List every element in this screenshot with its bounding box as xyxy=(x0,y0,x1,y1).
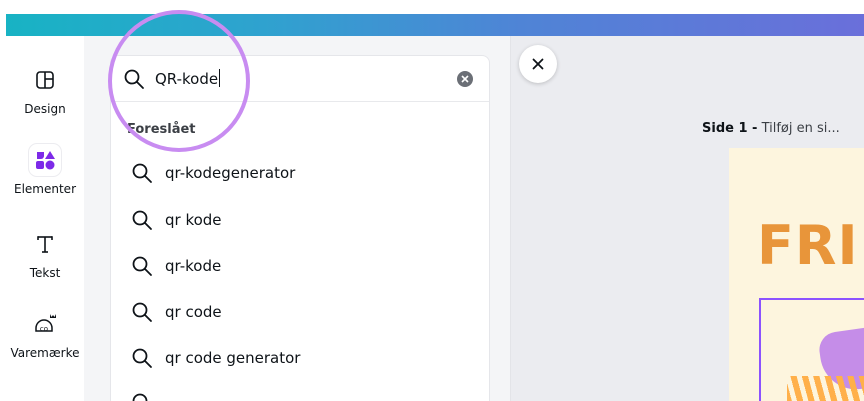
sidebar-item-label: Design xyxy=(24,102,66,116)
suggestion-label: qr-kodegenerator xyxy=(165,164,296,182)
sidebar-item-label: Tekst xyxy=(29,266,61,280)
page-number-label: Side 1 - xyxy=(702,121,758,136)
design-page[interactable]: FRI xyxy=(729,148,864,401)
brand-kit-icon: co xyxy=(29,308,61,340)
header-gradient-bar xyxy=(6,14,864,36)
text-icon xyxy=(29,228,61,260)
suggestion-label: qr code generator xyxy=(165,349,301,367)
search-icon xyxy=(124,69,144,89)
design-illustration-stripes xyxy=(787,376,864,401)
suggestion-item[interactable]: qr-kodegenerator xyxy=(131,161,295,185)
search-icon xyxy=(132,393,148,401)
page-title-label[interactable]: Side 1 - Tilføj en si... xyxy=(702,121,840,136)
sidebar-item-design[interactable]: Design xyxy=(6,64,84,116)
suggestion-item[interactable]: qr-kode xyxy=(131,254,221,278)
sidebar: Design Elementer Tekst co Varemærke xyxy=(6,36,84,401)
sidebar-item-label: Varemærke xyxy=(10,346,80,360)
search-icon xyxy=(132,256,152,276)
close-panel-button[interactable] xyxy=(519,45,557,83)
clear-search-button[interactable] xyxy=(457,71,473,87)
suggestions-header: Foreslået xyxy=(127,122,196,137)
suggestions-dropdown: Foreslået qr-kodegenerator qr kode qr-ko… xyxy=(110,101,490,401)
suggestion-label: qr kode xyxy=(165,211,222,229)
suggestion-item[interactable]: qr code generator xyxy=(131,346,300,370)
sidebar-item-varemaerke[interactable]: co Varemærke xyxy=(6,308,84,360)
page-title-placeholder: Tilføj en si... xyxy=(761,121,840,136)
design-heading-text: FRI xyxy=(757,214,859,277)
close-icon xyxy=(461,75,469,83)
suggestion-label: qr-kode xyxy=(165,257,222,275)
divider xyxy=(111,101,489,102)
suggestion-item[interactable]: qr kode xyxy=(131,208,222,232)
suggestion-item[interactable]: qr code xyxy=(131,300,222,324)
search-icon xyxy=(132,348,152,368)
search-input[interactable]: QR-kode xyxy=(110,55,490,101)
sidebar-item-label: Elementer xyxy=(14,182,76,196)
search-icon xyxy=(132,163,152,183)
sidebar-item-elementer[interactable]: Elementer xyxy=(6,144,84,196)
close-icon xyxy=(532,58,544,70)
suggestion-label: qr code xyxy=(165,303,222,321)
suggestion-item[interactable] xyxy=(131,391,153,401)
svg-text:co: co xyxy=(40,325,48,333)
sidebar-item-tekst[interactable]: Tekst xyxy=(6,228,84,280)
search-input-value: QR-kode xyxy=(155,69,221,88)
search-icon xyxy=(132,302,152,322)
search-icon xyxy=(132,210,152,230)
top-strip xyxy=(0,0,864,14)
shapes-icon xyxy=(29,144,61,176)
layout-icon xyxy=(29,64,61,96)
